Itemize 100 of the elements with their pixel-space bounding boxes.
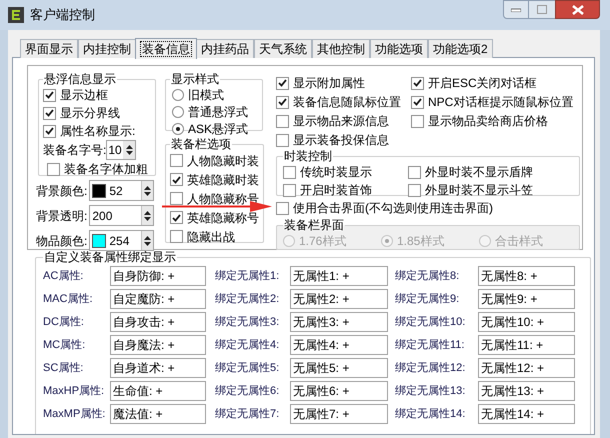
checkbox-label: 显示装备投保信息 [293,132,389,149]
text-field[interactable]: 无属性5: + [290,358,388,378]
app-icon [8,7,24,23]
text-field[interactable]: 自定魔防: + [110,289,206,309]
radio-button[interactable] [172,106,184,118]
checkbox[interactable] [170,154,183,167]
field-label: 物品颜色: [36,232,88,250]
number-field[interactable]: 52 [89,180,154,201]
text-field[interactable]: 无属性3: + [290,312,388,332]
field-label: MaxMP属性: [43,406,106,422]
text-field[interactable]: 无属性4: + [290,335,388,355]
number-field[interactable]: 200 [89,205,154,226]
text-field[interactable]: 无属性12: + [478,358,575,378]
spin-arrows-icon[interactable] [126,145,133,155]
field-label: 绑定无属性2: [215,292,280,307]
checkbox-label: 使用合击界面(不勾选则使用连击界面) [293,200,493,217]
checkbox[interactable] [170,230,183,243]
field-label: 绑定无属性1: [215,268,280,284]
window-title: 客户端控制 [30,6,95,24]
field-label: 绑定无属性14: [395,406,466,422]
text-field[interactable]: 无属性13: + [478,381,575,401]
text-field[interactable]: 自身防御: + [110,266,206,286]
minimize-icon [511,8,521,12]
checkbox-label: 英雄隐藏时装 [187,172,259,188]
checkbox[interactable] [43,106,56,120]
text-field[interactable]: 生命值: + [110,381,206,401]
checkbox[interactable] [276,114,289,128]
tab[interactable]: 装备信息 [135,38,197,59]
checkbox[interactable] [170,211,183,224]
checkbox[interactable] [47,162,60,176]
field-label: 背景颜色: [36,182,88,200]
tab[interactable]: 内挂药品 [196,39,254,58]
checkbox[interactable] [283,166,296,178]
checkbox-label: 隐藏出战 [187,228,235,246]
checkbox-label: 显示分界线 [60,105,120,122]
text-field[interactable]: 无属性9: + [478,289,575,309]
field-label: 绑定无属性9: [395,292,460,307]
checkbox[interactable] [276,202,289,214]
checkbox[interactable] [411,76,424,90]
text-field[interactable]: 无属性2: + [290,289,388,309]
spin-arrows-icon[interactable] [144,236,152,246]
tab[interactable]: 内挂控制 [78,39,136,58]
checkbox-label: 外显时装不显示斗笠 [425,182,533,199]
checkbox[interactable] [43,88,56,102]
spin-arrows-icon[interactable] [144,210,152,220]
number-field[interactable]: 10 [106,140,136,160]
checkbox[interactable] [411,96,424,108]
tab[interactable]: 其他控制 [312,39,370,58]
text-field[interactable]: 无属性7: + [290,404,388,424]
text-field[interactable]: 无属性8: + [478,266,575,286]
text-field[interactable]: 自身魔法: + [110,335,206,355]
text-field[interactable]: 无属性10: + [478,312,575,332]
radio-button[interactable] [172,122,184,134]
checkbox-label: 装备信息随鼠标位置 [293,94,401,111]
text-field[interactable]: 魔法值: + [110,404,206,424]
checkbox-label: 显示物品来源信息 [293,113,389,130]
field-label: 背景透明: [36,208,88,224]
checkbox[interactable] [276,134,289,146]
field-label: 绑定无属性12: [395,360,466,376]
field-label: 绑定无属性4: [215,338,280,353]
checkbox-label: NPC对话框提示随鼠标位置 [428,94,574,111]
tab[interactable]: 功能选项 [370,39,428,58]
radio-label: 1.76样式 [299,232,346,250]
close-button[interactable] [555,0,600,19]
radio-button[interactable] [172,88,184,100]
text-field[interactable]: 无属性14: + [478,404,575,424]
field-label: SC属性: [43,360,84,376]
field-label: 绑定无属性11: [395,338,466,353]
tab[interactable]: 天气系统 [254,39,312,58]
text-field[interactable]: 自身道术: + [110,358,206,378]
group-title: 显示样式 [170,72,220,86]
checkbox[interactable] [43,124,56,138]
checkbox[interactable] [283,184,296,196]
field-label: 绑定无属性10: [395,314,466,330]
checkbox[interactable] [276,76,289,90]
checkbox[interactable] [411,114,424,128]
text-field[interactable]: 无属性1: + [290,266,388,286]
tab[interactable]: 功能选项2 [428,39,493,58]
spin-arrows-icon[interactable] [144,186,152,196]
text-field[interactable]: 无属性6: + [290,381,388,401]
checkbox[interactable] [408,184,421,196]
group-title: 装备栏界面 [283,218,345,232]
radio-label: 普通悬浮式 [188,104,248,120]
maximize-button[interactable] [529,0,555,19]
radio-label: 旧模式 [188,86,224,104]
text-field[interactable]: 自身攻击: + [110,312,206,332]
field-label: 绑定无属性5: [215,360,280,376]
checkbox-label: 显示边框 [60,87,108,104]
text-field[interactable]: 无属性11: + [478,335,575,355]
checkbox[interactable] [276,96,289,108]
field-label: DC属性: [43,314,85,330]
field-label: 绑定无属性8: [395,268,460,284]
checkbox[interactable] [408,166,421,178]
checkbox[interactable] [170,173,183,186]
field-label: MC属性: [43,338,86,353]
checkbox[interactable] [170,192,183,205]
number-field[interactable]: 254 [89,230,154,251]
minimize-button[interactable] [503,0,529,19]
radio-label: 合击样式 [495,232,543,250]
tab[interactable]: 界面显示 [20,39,78,58]
